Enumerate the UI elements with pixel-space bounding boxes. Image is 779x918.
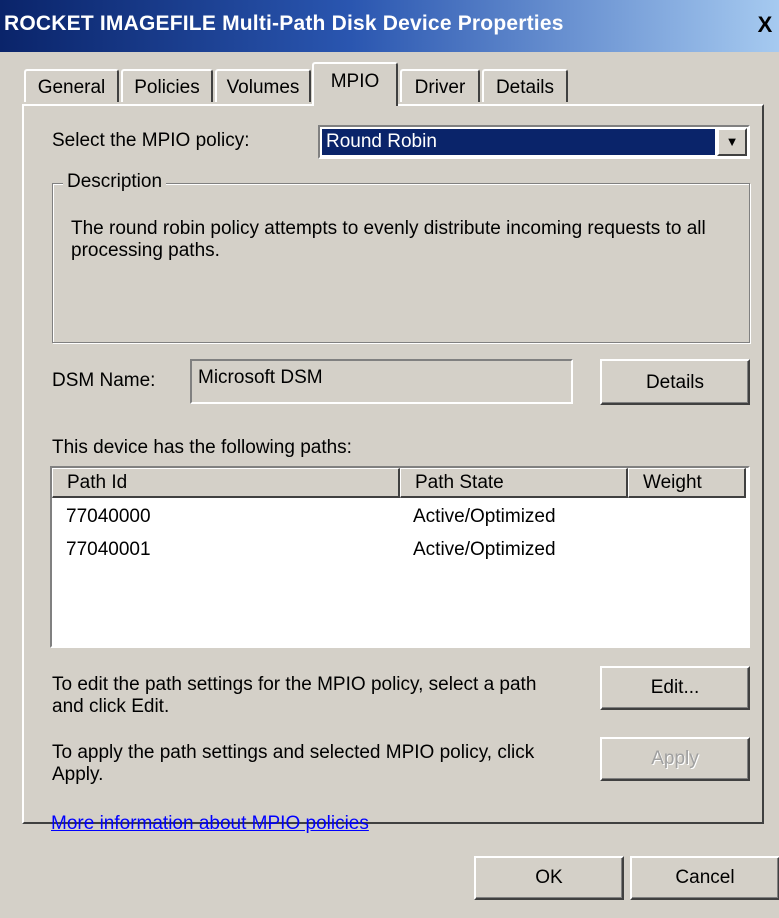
path-state-cell: Active/Optimized <box>413 539 556 560</box>
paths-listview[interactable]: Path Id Path State Weight 77040000 Activ… <box>50 466 750 648</box>
description-group: Description The round robin policy attem… <box>52 171 750 343</box>
paths-label: This device has the following paths: <box>52 437 352 458</box>
tab-mpio[interactable]: MPIO <box>312 62 398 106</box>
description-text: The round robin policy attempts to evenl… <box>71 218 706 261</box>
policy-dropdown[interactable]: Round Robin ▼ <box>318 125 750 159</box>
more-info-link[interactable]: More information about MPIO policies <box>51 813 369 835</box>
tab-policies[interactable]: Policies <box>121 69 213 102</box>
details-button[interactable]: Details <box>600 359 750 405</box>
dropdown-arrow-icon[interactable]: ▼ <box>717 128 747 156</box>
close-icon[interactable]: X <box>752 10 778 40</box>
window-title: ROCKET IMAGEFILE Multi-Path Disk Device … <box>4 12 564 35</box>
ok-button[interactable]: OK <box>474 856 624 900</box>
path-id-cell: 77040001 <box>66 539 151 560</box>
tab-volumes[interactable]: Volumes <box>215 69 311 102</box>
dsm-name-label: DSM Name: <box>52 370 156 391</box>
apply-button[interactable]: Apply <box>600 737 750 781</box>
dsm-name-field: Microsoft DSM <box>190 359 573 404</box>
path-id-cell: 77040000 <box>66 506 151 527</box>
path-state-cell: Active/Optimized <box>413 506 556 527</box>
edit-button[interactable]: Edit... <box>600 666 750 710</box>
title-bar[interactable]: ROCKET IMAGEFILE Multi-Path Disk Device … <box>0 0 779 52</box>
tab-general[interactable]: General <box>24 69 119 102</box>
edit-instructions: To edit the path settings for the MPIO p… <box>52 674 537 717</box>
column-header-weight[interactable]: Weight <box>628 468 746 498</box>
policy-label: Select the MPIO policy: <box>52 130 250 151</box>
tab-details[interactable]: Details <box>482 69 568 102</box>
policy-selected-value: Round Robin <box>322 129 715 155</box>
column-header-path-id[interactable]: Path Id <box>52 468 400 498</box>
column-header-path-state[interactable]: Path State <box>400 468 628 498</box>
cancel-button[interactable]: Cancel <box>630 856 779 900</box>
tab-driver[interactable]: Driver <box>400 69 480 102</box>
apply-instructions: To apply the path settings and selected … <box>52 742 535 785</box>
description-legend: Description <box>63 171 167 193</box>
